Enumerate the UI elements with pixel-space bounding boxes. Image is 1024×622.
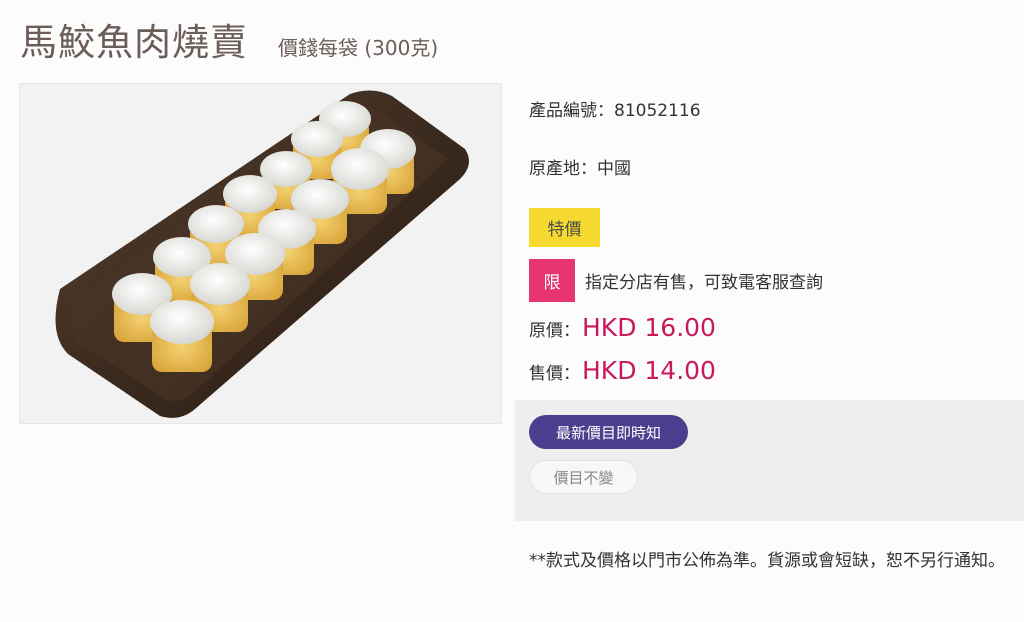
product-code: 產品編號：81052116 bbox=[529, 101, 701, 121]
product-image bbox=[19, 83, 502, 424]
sale-price-label: 售價： bbox=[529, 364, 580, 384]
product-page: 馬鮫魚肉燒賣 價錢每袋 (300克) 產品編號：81052116 原產地：中國 … bbox=[0, 0, 1024, 622]
limited-availability: 限 指定分店有售，可致電客服查詢 bbox=[529, 259, 823, 302]
price-alert-button[interactable]: 最新價目即時知 bbox=[529, 415, 688, 449]
limited-text: 指定分店有售，可致電客服查詢 bbox=[585, 273, 823, 293]
title-row: 馬鮫魚肉燒賣 價錢每袋 (300克) bbox=[20, 12, 438, 66]
product-origin: 原產地：中國 bbox=[529, 159, 631, 179]
original-price-row: 原價： HKD 16.00 bbox=[529, 313, 716, 342]
disclaimer-text: **款式及價格以門市公佈為準。貨源或會短缺，恕不另行通知。 bbox=[529, 551, 1005, 571]
price-notify-panel: 最新價目即時知 價目不變 bbox=[515, 400, 1024, 521]
limited-badge: 限 bbox=[529, 259, 575, 302]
original-price-value: HKD 16.00 bbox=[582, 313, 716, 342]
special-offer-badge: 特價 bbox=[529, 208, 600, 247]
product-title: 馬鮫魚肉燒賣 bbox=[20, 21, 248, 64]
price-unchanged-button[interactable]: 價目不變 bbox=[529, 460, 638, 494]
sale-price-row: 售價： HKD 14.00 bbox=[529, 356, 716, 385]
product-unit: 價錢每袋 (300克) bbox=[278, 36, 439, 60]
original-price-label: 原價： bbox=[529, 321, 580, 341]
siu-mai-illustration bbox=[55, 90, 469, 418]
sale-price-value: HKD 14.00 bbox=[582, 356, 716, 385]
